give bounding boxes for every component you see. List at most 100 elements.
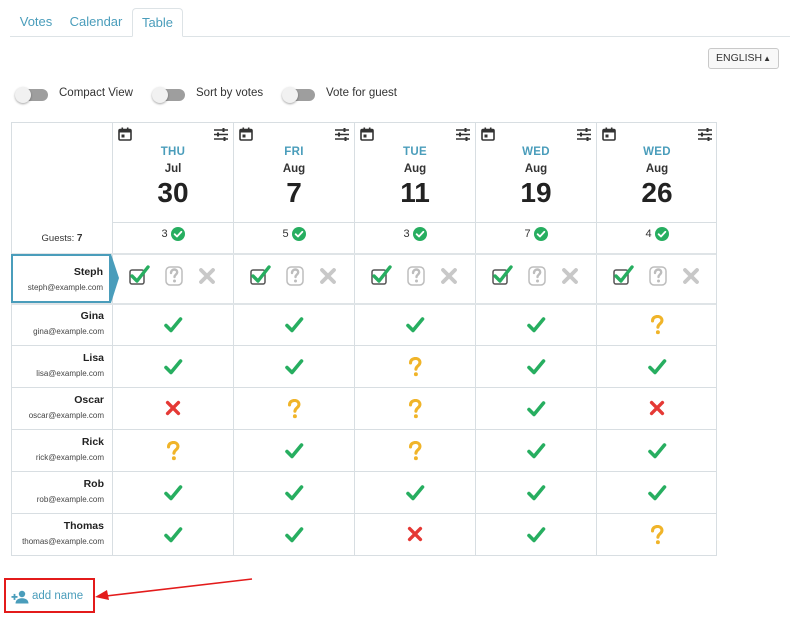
tab-table[interactable]: Table (132, 8, 183, 37)
check-icon (284, 441, 304, 466)
check-circle-icon (652, 227, 669, 241)
sliders-icon[interactable] (214, 128, 228, 141)
date-day: 11 (400, 177, 430, 208)
check-icon (163, 357, 183, 382)
participant-name: Gina (80, 310, 104, 322)
vote-editor (355, 264, 475, 294)
question-icon (406, 398, 424, 424)
participant-email: thomas@example.com (22, 537, 104, 546)
question-icon (164, 440, 182, 466)
vote-no-icon[interactable] (681, 266, 701, 291)
question-icon (406, 356, 424, 382)
calendar-icon[interactable] (360, 127, 374, 141)
date-month: Aug (282, 163, 306, 175)
sliders-icon[interactable] (698, 128, 712, 141)
vote-cell (355, 388, 475, 429)
toggle-switch[interactable] (152, 87, 185, 103)
toggle-switch[interactable] (15, 87, 48, 103)
vote-yes-checkbox-icon[interactable] (127, 264, 151, 293)
participant-name: Steph (73, 266, 103, 278)
toggle-switch[interactable] (282, 87, 315, 103)
date-weekday: FRI (284, 146, 304, 158)
add-user-icon (11, 590, 29, 604)
participant-row-header: Rick rick@example.com (12, 436, 112, 462)
check-icon (163, 315, 183, 340)
vote-maybe-icon[interactable] (284, 264, 306, 293)
participant-email: rick@example.com (35, 453, 104, 462)
sort-by-votes-toggle[interactable]: Sort by votes (152, 86, 283, 104)
vote-cell (234, 388, 354, 429)
add-name-button[interactable]: add name (4, 578, 95, 613)
check-icon (526, 483, 546, 508)
cross-icon (406, 525, 424, 548)
sliders-icon[interactable] (335, 128, 349, 141)
vote-for-guest-toggle[interactable]: Vote for guest (282, 86, 413, 104)
tab-calendar[interactable]: Calendar (66, 8, 126, 37)
participant-name: Lisa (82, 352, 104, 364)
calendar-icon[interactable] (118, 127, 132, 141)
participant-email: gina@example.com (33, 327, 104, 336)
vote-cell (355, 472, 475, 513)
vote-maybe-icon[interactable] (647, 264, 669, 293)
poll-table: Guests: 7 Steph steph@example.com THU Jul… (11, 122, 717, 556)
yes-count: 3 (113, 227, 233, 247)
check-icon (284, 357, 304, 382)
vote-cell (476, 514, 596, 555)
vote-maybe-icon[interactable] (163, 264, 185, 293)
check-icon (284, 315, 304, 340)
date-day: 26 (641, 177, 673, 208)
vote-maybe-icon[interactable] (526, 264, 548, 293)
vote-yes-checkbox-icon[interactable] (611, 264, 635, 293)
current-user-cell[interactable]: Steph steph@example.com (11, 254, 111, 303)
vote-cell (476, 304, 596, 345)
check-icon (163, 483, 183, 508)
vote-yes-checkbox-icon[interactable] (369, 264, 393, 293)
vote-editor (113, 264, 233, 294)
calendar-icon[interactable] (239, 127, 253, 141)
date-column-header: WED Aug 26 (597, 123, 717, 223)
language-value: ENGLISH (716, 52, 763, 64)
check-circle-icon (289, 227, 306, 241)
vote-cell (113, 472, 233, 513)
check-icon (163, 525, 183, 550)
vote-cell (234, 514, 354, 555)
date-weekday: WED (643, 146, 671, 158)
vote-no-icon[interactable] (560, 266, 580, 291)
vote-no-icon[interactable] (197, 266, 217, 291)
vote-yes-checkbox-icon[interactable] (248, 264, 272, 293)
guests-number: 7 (76, 233, 83, 244)
calendar-icon[interactable] (602, 127, 616, 141)
date-weekday: TUE (403, 146, 427, 158)
vote-cell (476, 346, 596, 387)
calendar-icon[interactable] (481, 127, 495, 141)
compact-view-toggle[interactable]: Compact View (15, 86, 146, 104)
vote-editor (597, 264, 717, 294)
check-icon (526, 357, 546, 382)
yes-count-number: 7 (524, 228, 531, 240)
vote-cell (234, 346, 354, 387)
participant-row-header: Rob rob@example.com (12, 478, 112, 504)
sliders-icon[interactable] (456, 128, 470, 141)
date-month: Aug (524, 163, 548, 175)
participant-row-header: Lisa lisa@example.com (12, 352, 112, 378)
yes-count: 7 (476, 227, 596, 247)
date-column-header: FRI Aug 7 (234, 123, 354, 223)
vote-cell (597, 430, 717, 471)
check-icon (526, 525, 546, 550)
vote-cell (234, 430, 354, 471)
vote-maybe-icon[interactable] (405, 264, 427, 293)
question-icon (648, 314, 666, 340)
date-column-header: THU Jul 30 (113, 123, 233, 223)
annotation-arrow (95, 578, 253, 600)
language-select[interactable]: ENGLISH ▲ (708, 48, 779, 69)
cross-icon (648, 399, 666, 422)
sliders-icon[interactable] (577, 128, 591, 141)
participant-name: Oscar (74, 394, 104, 406)
vote-yes-checkbox-icon[interactable] (490, 264, 514, 293)
vote-no-icon[interactable] (439, 266, 459, 291)
date-day: 30 (157, 177, 189, 208)
vote-no-icon[interactable] (318, 266, 338, 291)
tab-votes[interactable]: Votes (10, 8, 62, 37)
date-day: 7 (286, 177, 302, 208)
check-icon (526, 441, 546, 466)
